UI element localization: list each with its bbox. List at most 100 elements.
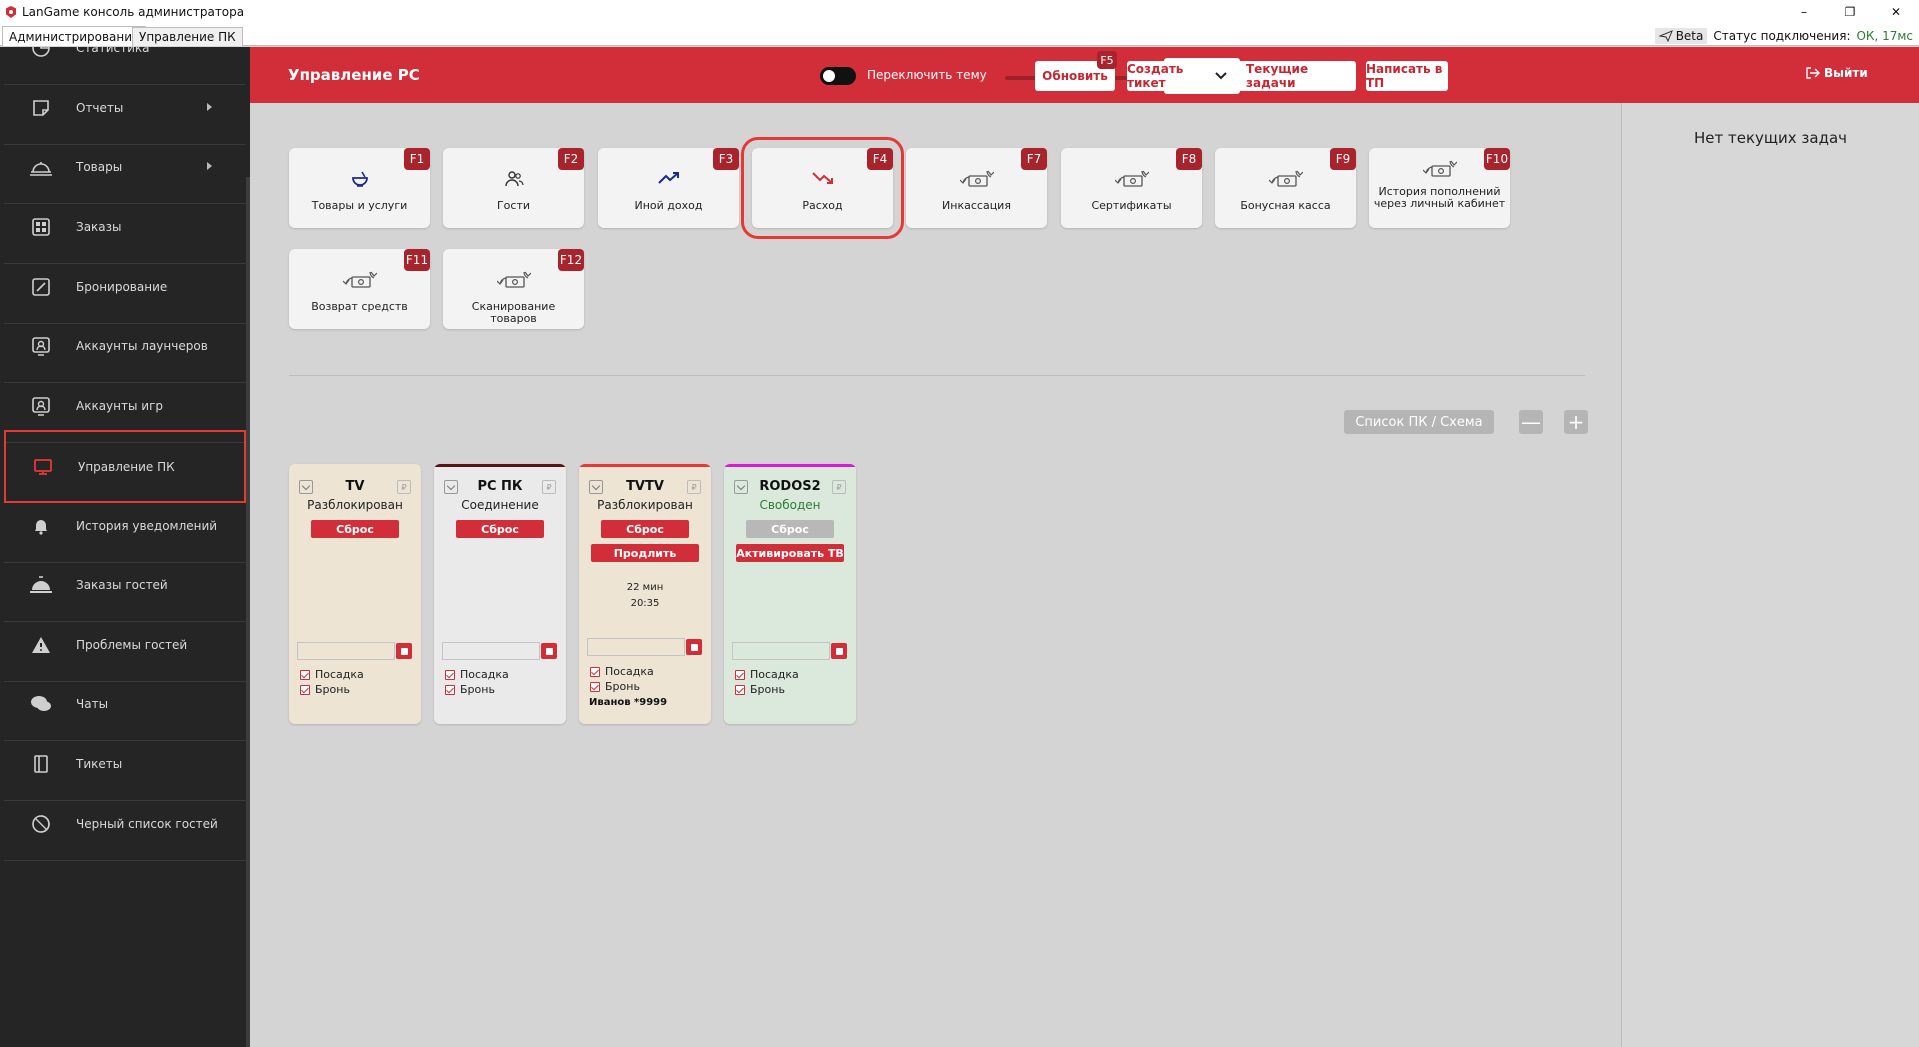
pc-card[interactable]: ₽ RODOS2 Свободен Сброс Активировать ТВ Посад… [724, 464, 856, 724]
pc-seat-label: Посадка [460, 668, 509, 681]
close-button[interactable]: ✕ [1873, 0, 1919, 24]
pc-comment-input[interactable] [442, 642, 540, 660]
pc-seat-option[interactable]: Посадка [590, 665, 654, 678]
action-tile-f12[interactable]: Сканирование товаров F12 [443, 249, 584, 329]
action-tile-f7[interactable]: Инкассация F7 [906, 148, 1047, 228]
money-exchange-icon [443, 271, 584, 293]
window-title: LanGame консоль администратора [22, 5, 245, 19]
pc-state: Свободен [759, 498, 821, 512]
sidebar-item-label: Отчеты [76, 101, 124, 115]
hotkey-badge: F7 [1021, 148, 1047, 170]
pc-booking-label: Бронь [605, 680, 640, 693]
current-tasks-button[interactable]: Текущие задачи [1238, 61, 1356, 91]
theme-toggle-label: Переключить тему [867, 68, 987, 82]
window-titlebar: LanGame консоль администратора – ❐ ✕ [0, 0, 1919, 24]
cloche-icon [26, 152, 56, 182]
warning-icon [26, 630, 56, 660]
action-tile-f3[interactable]: Иной доход F3 [598, 148, 739, 228]
section-divider [289, 375, 1585, 376]
ticket-icon [26, 749, 56, 779]
blacklist-icon [26, 809, 56, 839]
theme-toggle[interactable] [820, 67, 856, 85]
action-tile-f4[interactable]: Расход F4 [741, 137, 904, 239]
pc-comment-input[interactable] [297, 642, 395, 660]
pc-seat-label: Посадка [605, 665, 654, 678]
action-tile-f8[interactable]: Сертификаты F8 [1061, 148, 1202, 228]
pc-session-end: 20:35 [630, 598, 660, 609]
checkbox[interactable] [300, 684, 310, 695]
pc-comment-input[interactable] [587, 638, 685, 656]
action-tile-f10[interactable]: История пополнений через личный кабинет F… [1369, 148, 1510, 228]
pc-booking-option[interactable]: Бронь [590, 680, 640, 693]
action-tile-f1[interactable]: Товары и услуги F1 [289, 148, 430, 228]
pc-booking-label: Бронь [750, 683, 785, 696]
minimize-button[interactable]: – [1781, 0, 1827, 24]
action-tile-f11[interactable]: Возврат средств F11 [289, 249, 430, 329]
page-header: Управление PC Переключить тему ru Обнови… [250, 47, 1919, 103]
pc-card[interactable]: ₽ TVTV Разблокирован Сброс Продлить 22 мин 20:… [579, 464, 711, 724]
pc-booking-option[interactable]: Бронь [300, 683, 350, 696]
sidebar-scrollbar[interactable] [246, 177, 250, 1047]
pc-booking-option[interactable]: Бронь [735, 683, 785, 696]
save-icon[interactable] [396, 643, 412, 659]
beta-badge[interactable]: Beta [1654, 28, 1708, 44]
pc-seat-option[interactable]: Посадка [445, 668, 509, 681]
pc-seat-option[interactable]: Посадка [735, 668, 799, 681]
hotkey-badge: F9 [1330, 148, 1356, 170]
checkbox[interactable] [445, 669, 455, 680]
sidebar-item-label: Аккаунты лаунчеров [76, 339, 208, 353]
pc-booking-option[interactable]: Бронь [445, 683, 495, 696]
zoom-in-button[interactable]: + [1564, 410, 1588, 434]
action-tile-label: Иной доход [634, 199, 703, 212]
logout-button[interactable]: Выйти [1806, 66, 1868, 80]
checkbox[interactable] [590, 681, 600, 692]
action-tile-f2[interactable]: Гости F2 [443, 148, 584, 228]
sidebar: Статистика Отчеты Товары Заказы Бронирование… [0, 47, 250, 1047]
checkbox[interactable] [590, 666, 600, 677]
sidebar-item-13[interactable]: Черный список гостей [4, 788, 246, 861]
service-bell-icon [26, 570, 56, 600]
pc-state: Разблокирован [597, 498, 693, 512]
tab-pc-management[interactable]: Управление ПК [132, 27, 243, 46]
pc-card-status-line [579, 464, 711, 467]
action-tile-f9[interactable]: Бонусная касса F9 [1215, 148, 1356, 228]
chevron-right-icon [207, 162, 212, 170]
trend-up-icon [598, 170, 739, 192]
save-icon[interactable] [686, 639, 702, 655]
pc-card[interactable]: ₽ TV Разблокирован Сброс Посадка Бронь [289, 464, 421, 724]
pc-reset-button[interactable]: Сброс [601, 520, 689, 538]
pc-comment-input[interactable] [732, 642, 830, 660]
pc-view-toggle-button[interactable]: Список ПК / Схема [1344, 410, 1494, 434]
checkbox[interactable] [735, 684, 745, 695]
action-tile-label: Бонусная касса [1240, 199, 1331, 212]
tab-administration[interactable]: Администрирование [2, 26, 147, 46]
hotkey-badge: F8 [1176, 148, 1202, 170]
account-card-icon [26, 391, 56, 421]
checkbox[interactable] [445, 684, 455, 695]
pc-extra-button[interactable]: Активировать ТВ [736, 544, 844, 562]
pc-reset-button[interactable]: Сброс [456, 520, 544, 538]
bowl-icon [289, 170, 430, 192]
app-tabs: Администрирование Управление ПК Beta Ста… [0, 24, 1919, 46]
connection-label: Статус подключения: [1713, 29, 1851, 43]
pc-seat-option[interactable]: Посадка [300, 668, 364, 681]
pc-extra-button[interactable]: Продлить [591, 544, 699, 562]
pc-reset-button[interactable]: Сброс [746, 520, 834, 538]
save-icon[interactable] [831, 643, 847, 659]
pc-reset-button[interactable]: Сброс [311, 520, 399, 538]
pc-time-left: 22 мин [626, 582, 664, 593]
zoom-out-button[interactable]: — [1519, 410, 1543, 434]
pc-booking-label: Бронь [315, 683, 350, 696]
logout-label: Выйти [1824, 66, 1868, 80]
no-tasks-text: Нет текущих задач [1693, 129, 1848, 147]
maximize-button[interactable]: ❐ [1827, 0, 1873, 24]
write-support-button[interactable]: Написать в ТП [1366, 61, 1448, 91]
hotkey-badge: F1 [404, 148, 430, 170]
pc-state: Соединение [461, 498, 539, 512]
sidebar-item-label: Тикеты [76, 757, 123, 771]
pc-card[interactable]: ₽ PC ПК Соединение Сброс Посадка Бронь [434, 464, 566, 724]
checkbox[interactable] [735, 669, 745, 680]
save-icon[interactable] [541, 643, 557, 659]
checkbox[interactable] [300, 669, 310, 680]
create-ticket-button[interactable]: Создать тикет [1127, 61, 1207, 91]
